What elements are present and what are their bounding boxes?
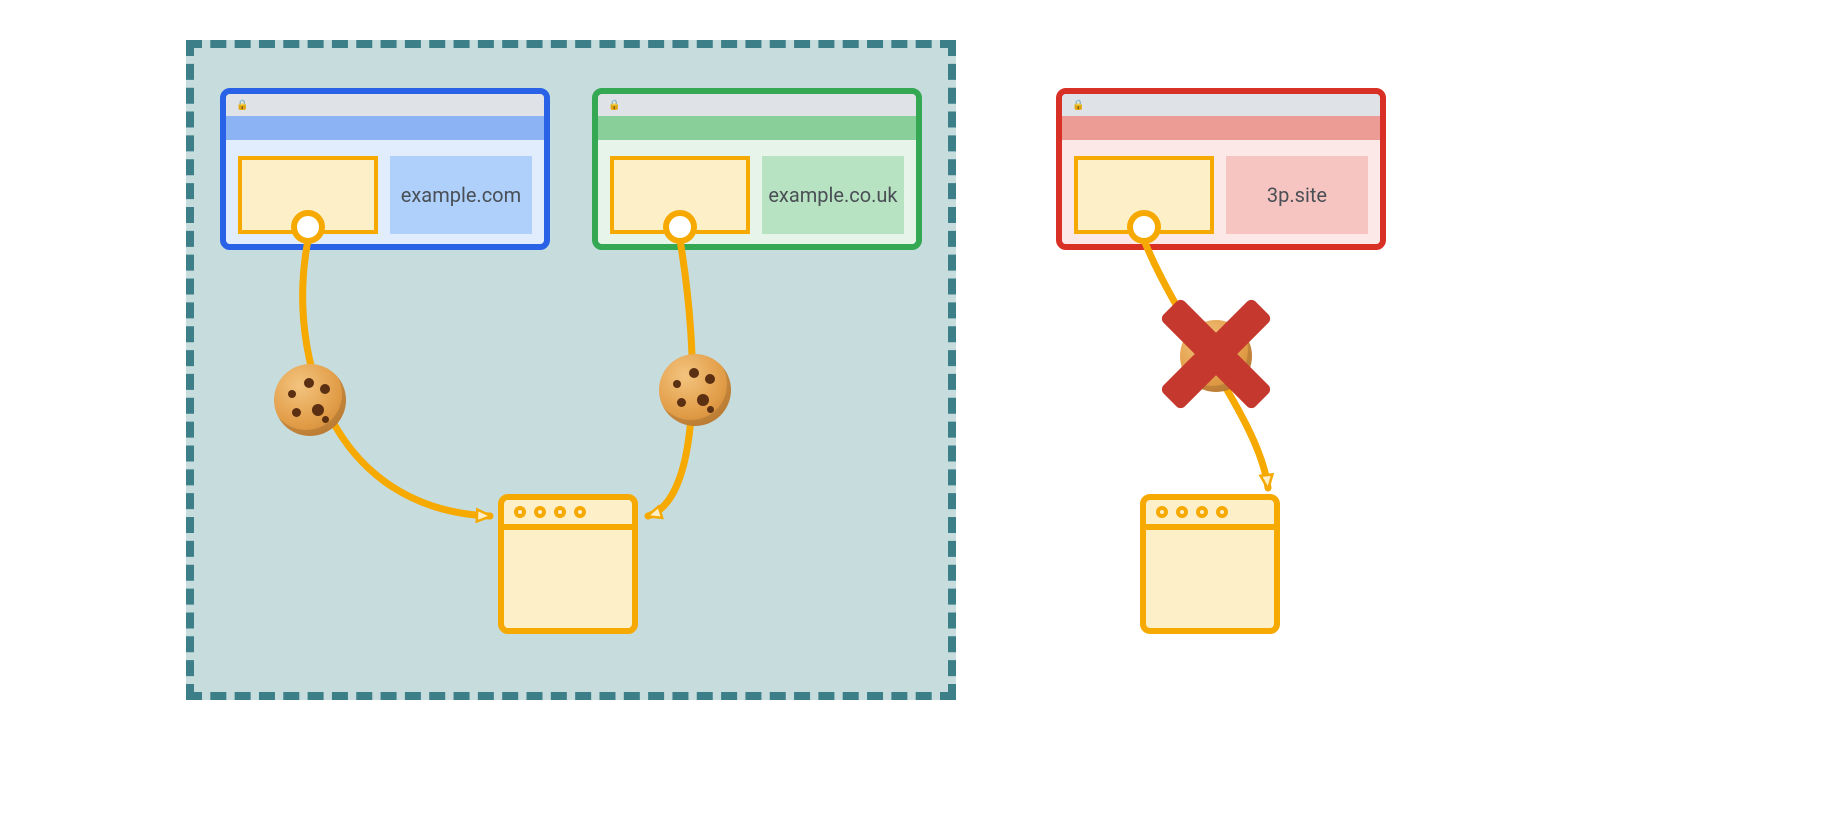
- server-dot-icon: [514, 506, 526, 518]
- browser-chrome: 🔒: [598, 94, 916, 116]
- browser-top-bar: [1062, 116, 1380, 140]
- server-dot-icon: [1196, 506, 1208, 518]
- server-dot-icon: [534, 506, 546, 518]
- domain-label: example.com: [390, 156, 532, 234]
- server-dot-icon: [1156, 506, 1168, 518]
- browser-window-example-co-uk: 🔒 example.co.uk: [592, 88, 922, 250]
- blocked-x-icon: [1161, 299, 1271, 409]
- browser-viewport: example.com: [226, 116, 544, 244]
- connection-origin: [291, 210, 325, 244]
- server-title-bar: [1146, 500, 1274, 530]
- browser-body: 3p.site: [1062, 140, 1380, 244]
- browser-chrome: 🔒: [226, 94, 544, 116]
- browser-chrome: 🔒: [1062, 94, 1380, 116]
- third-party-server: [1140, 494, 1280, 634]
- browser-body: example.co.uk: [598, 140, 916, 244]
- server-dot-icon: [1216, 506, 1228, 518]
- browser-body: example.com: [226, 140, 544, 244]
- cookie-icon: [274, 364, 346, 436]
- lock-icon: 🔒: [1072, 100, 1084, 111]
- browser-window-3p-site: 🔒 3p.site: [1056, 88, 1386, 250]
- shared-server: [498, 494, 638, 634]
- browser-window-example-com: 🔒 example.com: [220, 88, 550, 250]
- browser-viewport: example.co.uk: [598, 116, 916, 244]
- server-dot-icon: [554, 506, 566, 518]
- server-dot-icon: [574, 506, 586, 518]
- lock-icon: 🔒: [608, 100, 620, 111]
- browser-top-bar: [598, 116, 916, 140]
- lock-icon: 🔒: [236, 100, 248, 111]
- server-title-bar: [504, 500, 632, 530]
- cookie-sharing-diagram: 🔒 example.com 🔒 example.co.uk: [0, 0, 1826, 820]
- domain-label: 3p.site: [1226, 156, 1368, 234]
- connection-origin: [663, 210, 697, 244]
- cookie-icon: [659, 354, 731, 426]
- browser-viewport: 3p.site: [1062, 116, 1380, 244]
- domain-label: example.co.uk: [762, 156, 904, 234]
- browser-top-bar: [226, 116, 544, 140]
- server-dot-icon: [1176, 506, 1188, 518]
- connection-origin: [1127, 210, 1161, 244]
